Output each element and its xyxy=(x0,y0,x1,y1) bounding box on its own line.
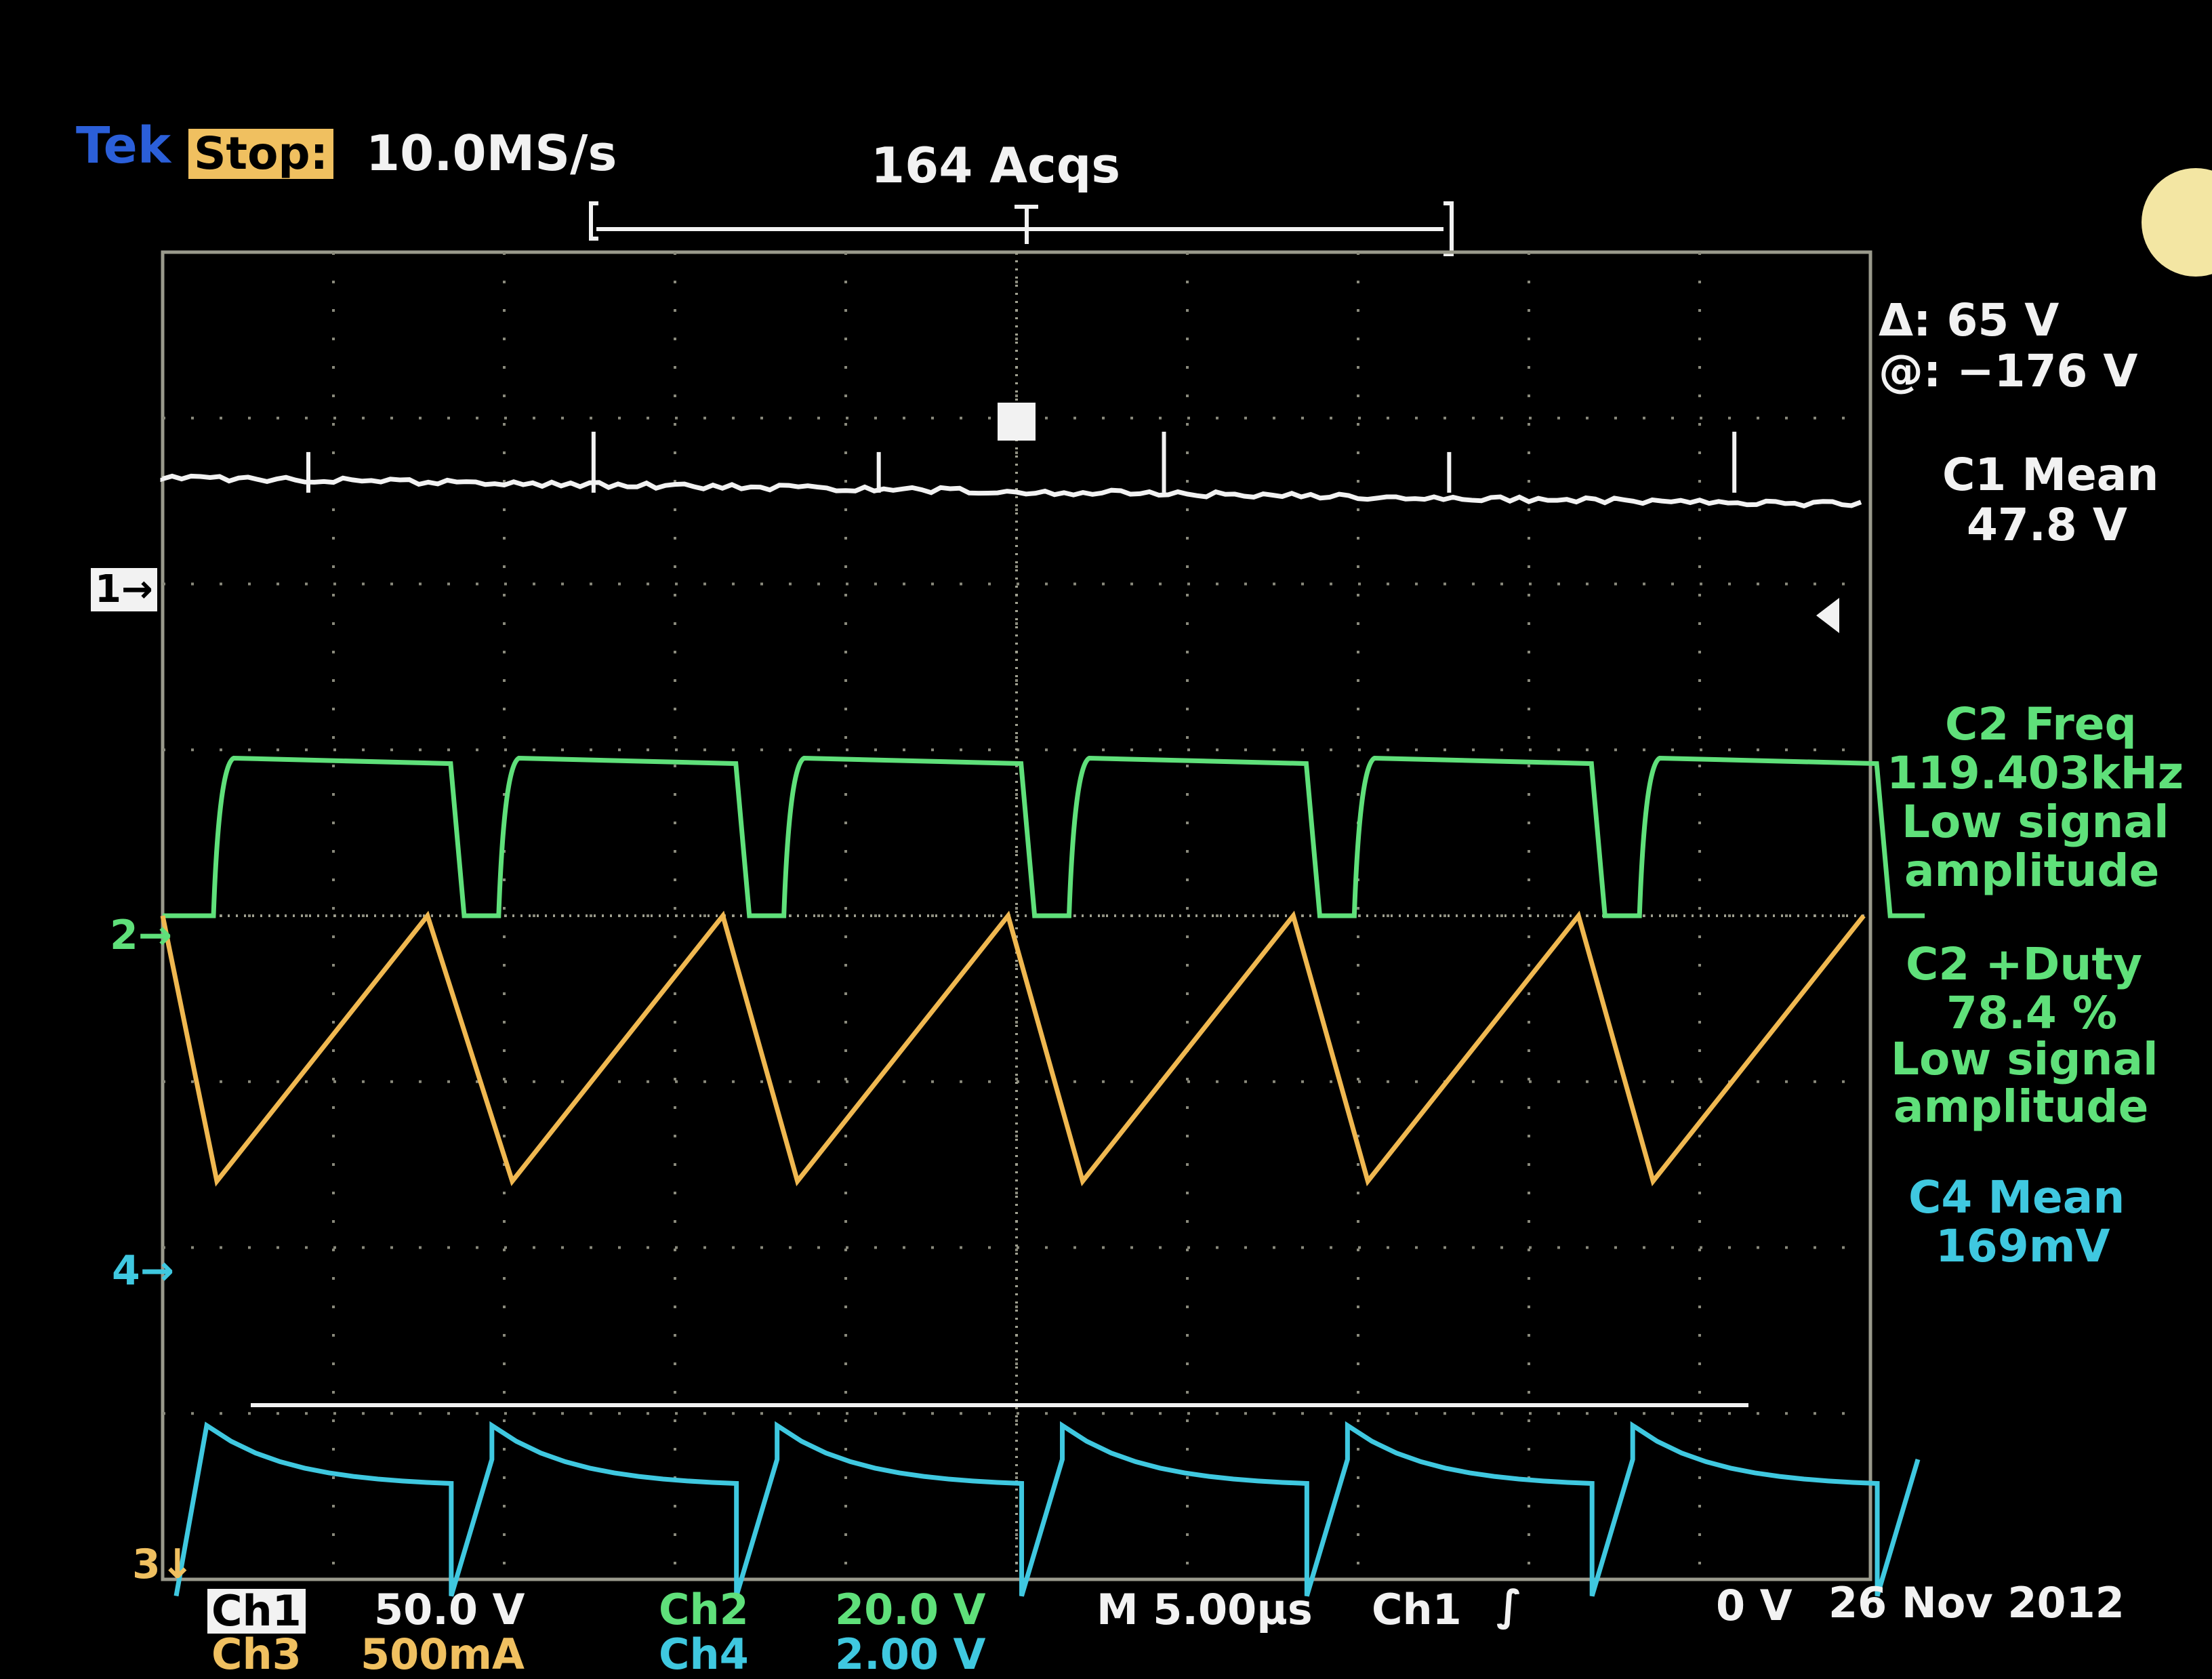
trigger-source-label: Ch1 xyxy=(1372,1589,1462,1631)
c2-duty-value: 78.4 % xyxy=(1946,991,2117,1036)
ch2-ground-marker: 2→ xyxy=(110,915,172,956)
c2-freq-label: C2 Freq xyxy=(1945,702,2137,747)
trigger-slope-icon: ∫ xyxy=(1496,1585,1522,1627)
c4-mean-value: 169mV xyxy=(1936,1224,2110,1269)
c1-mean-value: 47.8 V xyxy=(1967,503,2127,548)
waveform-traces xyxy=(163,403,1925,1659)
waveform-area xyxy=(0,0,2212,1659)
ch2-trace xyxy=(163,758,1925,916)
ch1-ground-marker: 1→ xyxy=(91,568,157,611)
trigger-level-marker xyxy=(1816,598,1839,633)
ch2-scale-value: 20.0 V xyxy=(835,1589,986,1631)
trigger-level-readout: 0 V xyxy=(1716,1585,1793,1627)
ch3-scale-label: Ch3 xyxy=(211,1634,302,1676)
ch4-scale-value: 2.00 V xyxy=(835,1634,986,1676)
c2-freq-value: 119.403kHz xyxy=(1887,751,2184,796)
c2-freq-warning-line1: Low signal xyxy=(1902,800,2169,845)
c2-duty-warning-line2: amplitude xyxy=(1893,1085,2148,1129)
ch4-ground-marker: 4→ xyxy=(112,1251,174,1291)
ch1-trace xyxy=(163,476,1861,506)
date-readout: 26 Nov 2012 xyxy=(1828,1582,2125,1624)
ch1-scale-value: 50.0 V xyxy=(374,1589,525,1631)
c2-duty-warning-line1: Low signal xyxy=(1891,1037,2158,1082)
cursor-delta-readout: Δ: 65 V xyxy=(1879,298,2059,343)
oscilloscope-display: Tek Stop: 10.0MS/s 164 Acqs 1→ 2→ 4→ 3↓ … xyxy=(0,0,2212,1659)
ch3-ground-marker: 3↓ xyxy=(132,1544,194,1585)
ch3-scale-value: 500mA xyxy=(361,1634,525,1676)
timebase-readout: M 5.00µs xyxy=(1097,1589,1313,1631)
c2-duty-label: C2 +Duty xyxy=(1906,942,2142,987)
c4-mean-label: C4 Mean xyxy=(1908,1175,2125,1220)
trigger-position-marker xyxy=(998,403,1036,441)
ch1-scale-label: Ch1 xyxy=(207,1589,306,1634)
ch4-trace xyxy=(176,1425,1918,1596)
cursor-position-readout: @: −176 V xyxy=(1879,349,2138,394)
record-length-indicator xyxy=(591,203,1452,254)
c2-freq-warning-line2: amplitude xyxy=(1904,849,2159,893)
ch4-scale-label: Ch4 xyxy=(659,1634,749,1676)
ch2-scale-label: Ch2 xyxy=(659,1589,749,1631)
c1-mean-label: C1 Mean xyxy=(1942,453,2158,498)
ch3-trace xyxy=(163,916,1864,1181)
